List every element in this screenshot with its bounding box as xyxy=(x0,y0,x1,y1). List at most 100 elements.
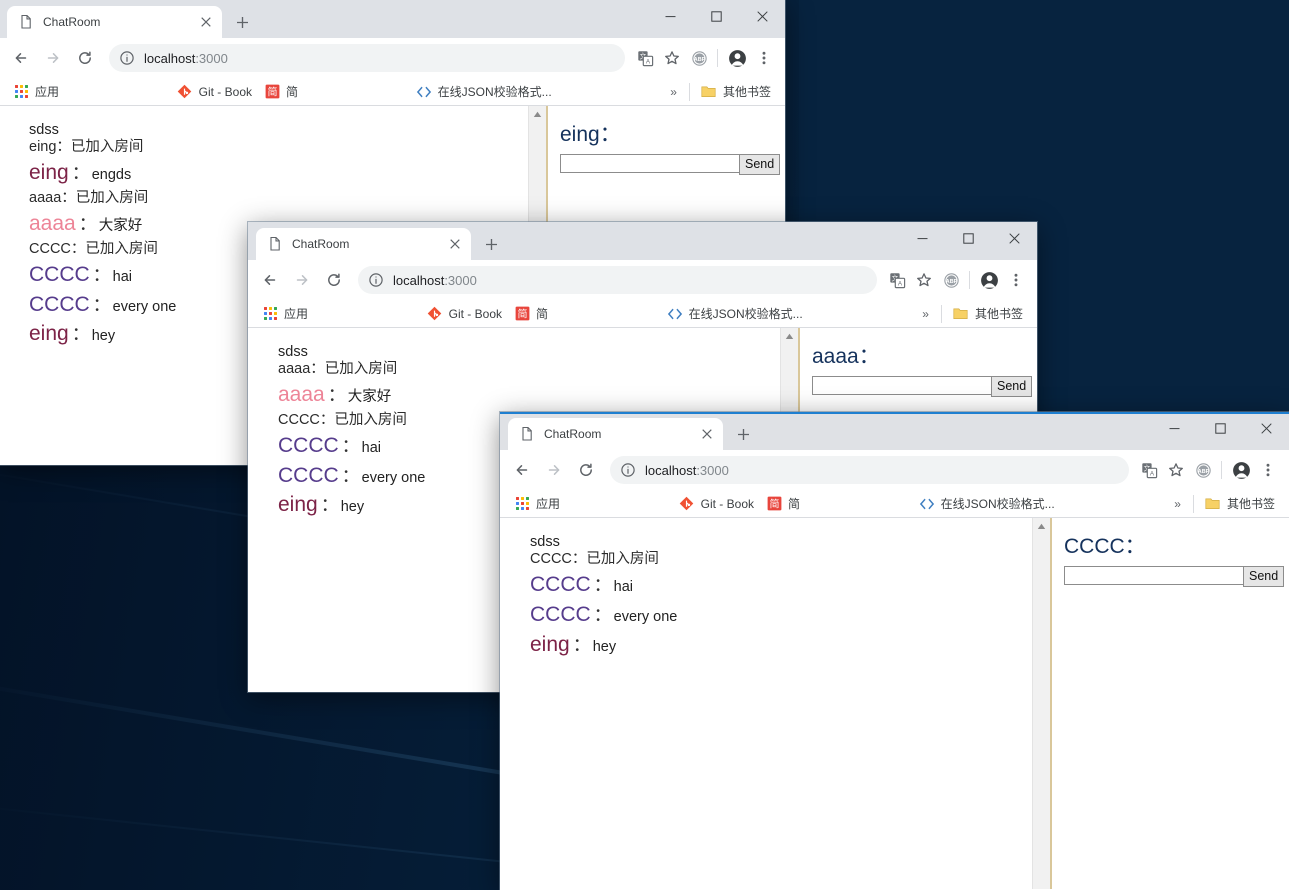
translate-icon[interactable]: 文A xyxy=(632,45,658,71)
message-input[interactable] xyxy=(812,376,992,395)
tab-title: ChatRoom xyxy=(43,15,101,29)
forward-arrow-icon[interactable] xyxy=(540,456,568,484)
bookmark-label: 简 xyxy=(286,85,299,99)
message-body: every one xyxy=(361,469,426,486)
maximize-button[interactable] xyxy=(693,0,739,32)
bookmark-jian-bookmark[interactable]: 简简 xyxy=(760,493,806,515)
close-window-button[interactable] xyxy=(739,0,785,32)
bookmark-jian-bookmark[interactable]: 简简 xyxy=(508,303,554,325)
message-colon: ： xyxy=(92,264,111,285)
bookmarks-overflow-button[interactable]: » xyxy=(663,85,684,99)
tab-close-icon[interactable] xyxy=(198,14,214,30)
reload-icon[interactable] xyxy=(320,266,348,294)
bookmark-star-icon[interactable] xyxy=(1163,457,1189,483)
translate-icon[interactable]: 文A xyxy=(884,267,910,293)
back-arrow-icon[interactable] xyxy=(256,266,284,294)
browser-toolbar: localhost:3000 文A ABP xyxy=(0,38,785,78)
adblock-icon[interactable]: ABP xyxy=(938,267,964,293)
reload-icon[interactable] xyxy=(572,456,600,484)
profile-avatar-icon[interactable] xyxy=(724,45,750,71)
adblock-icon[interactable]: ABP xyxy=(1190,457,1216,483)
message-body: hai xyxy=(361,439,382,456)
message-input[interactable] xyxy=(560,154,740,173)
send-button[interactable]: Send xyxy=(1243,566,1285,587)
bookmarks-separator xyxy=(1192,494,1194,513)
chrome-menu-icon[interactable] xyxy=(1255,457,1281,483)
browser-toolbar: localhost:3000 文A ABP xyxy=(248,260,1037,300)
bookmarks-separator xyxy=(940,304,942,323)
bookmark-git-book-bookmark[interactable]: Git - Book xyxy=(421,303,508,325)
maximize-button[interactable] xyxy=(1197,412,1243,444)
bookmarks-overflow-button[interactable]: » xyxy=(915,307,936,321)
translate-icon[interactable]: 文A xyxy=(1136,457,1162,483)
maximize-button[interactable] xyxy=(945,222,991,254)
bookmark-json-validator-bookmark[interactable]: 在线JSON校验格式... xyxy=(661,303,809,325)
bookmark-json-validator-bookmark[interactable]: 在线JSON校验格式... xyxy=(913,493,1061,515)
message-sender: CCCC xyxy=(278,433,339,457)
message-body: every one xyxy=(112,298,177,315)
other-bookmarks-button[interactable]: 其他书签 xyxy=(1199,493,1281,515)
message-sender: aaaa xyxy=(29,211,76,235)
bookmark-jian-bookmark[interactable]: 简简 xyxy=(258,81,304,103)
forward-arrow-icon[interactable] xyxy=(39,44,67,72)
bookmark-git-book-bookmark[interactable]: Git - Book xyxy=(673,493,760,515)
chat-scrollbar[interactable] xyxy=(1032,518,1050,889)
minimize-button[interactable] xyxy=(1151,412,1197,444)
reload-icon[interactable] xyxy=(71,44,99,72)
tab-close-icon[interactable] xyxy=(699,426,715,442)
address-bar[interactable]: localhost:3000 xyxy=(109,44,625,72)
bookmarks-separator xyxy=(688,82,690,101)
new-tab-button[interactable] xyxy=(228,8,256,36)
room-title: sdss xyxy=(29,122,59,138)
back-arrow-icon[interactable] xyxy=(508,456,536,484)
close-window-button[interactable] xyxy=(991,222,1037,254)
message-sender: eing xyxy=(278,493,318,517)
close-window-button[interactable] xyxy=(1243,412,1289,444)
bookmark-apps-bookmark[interactable]: 应用 xyxy=(256,303,314,325)
message-colon: ： xyxy=(71,163,90,184)
address-bar[interactable]: localhost:3000 xyxy=(358,266,877,294)
profile-avatar-icon[interactable] xyxy=(1228,457,1254,483)
bookmark-star-icon[interactable] xyxy=(659,45,685,71)
scroll-up-arrow-icon[interactable] xyxy=(781,328,798,345)
send-button[interactable]: Send xyxy=(991,376,1033,397)
message-body: 大家好 xyxy=(347,389,392,406)
address-bar[interactable]: localhost:3000 xyxy=(610,456,1129,484)
other-bookmarks-button[interactable]: 其他书签 xyxy=(947,303,1029,325)
message-colon: ： xyxy=(71,324,90,345)
message-body: hai xyxy=(613,579,634,596)
message-colon: ： xyxy=(327,385,346,406)
browser-tab[interactable]: ChatRoom xyxy=(256,228,471,260)
bookmark-git-book-bookmark[interactable]: Git - Book xyxy=(171,81,258,103)
forward-arrow-icon[interactable] xyxy=(288,266,316,294)
new-tab-button[interactable] xyxy=(477,230,505,258)
bookmark-json-validator-bookmark[interactable]: 在线JSON校验格式... xyxy=(410,81,558,103)
scroll-up-arrow-icon[interactable] xyxy=(1033,518,1050,535)
new-tab-button[interactable] xyxy=(729,420,757,448)
other-bookmarks-button[interactable]: 其他书签 xyxy=(695,81,777,103)
jian-square-icon: 简 xyxy=(264,84,280,100)
back-arrow-icon[interactable] xyxy=(7,44,35,72)
scroll-up-arrow-icon[interactable] xyxy=(529,106,546,123)
minimize-button[interactable] xyxy=(899,222,945,254)
folder-icon xyxy=(953,306,969,322)
message-sender: eing xyxy=(530,632,570,656)
adblock-icon[interactable]: ABP xyxy=(686,45,712,71)
bookmark-apps-bookmark[interactable]: 应用 xyxy=(508,493,566,515)
bookmark-label: 在线JSON校验格式... xyxy=(940,497,1055,511)
chrome-menu-icon[interactable] xyxy=(751,45,777,71)
profile-avatar-icon[interactable] xyxy=(976,267,1002,293)
window-controls xyxy=(647,0,785,32)
browser-tab[interactable]: ChatRoom xyxy=(508,418,723,450)
message-sender: CCCC xyxy=(530,602,591,626)
minimize-button[interactable] xyxy=(647,0,693,32)
chrome-menu-icon[interactable] xyxy=(1003,267,1029,293)
message-input[interactable] xyxy=(1064,566,1244,585)
url-text: localhost:3000 xyxy=(645,463,729,478)
bookmarks-overflow-button[interactable]: » xyxy=(1167,497,1188,511)
bookmark-star-icon[interactable] xyxy=(911,267,937,293)
browser-tab[interactable]: ChatRoom xyxy=(7,6,222,38)
bookmark-apps-bookmark[interactable]: 应用 xyxy=(7,81,65,103)
tab-close-icon[interactable] xyxy=(447,236,463,252)
send-button[interactable]: Send xyxy=(739,154,781,175)
